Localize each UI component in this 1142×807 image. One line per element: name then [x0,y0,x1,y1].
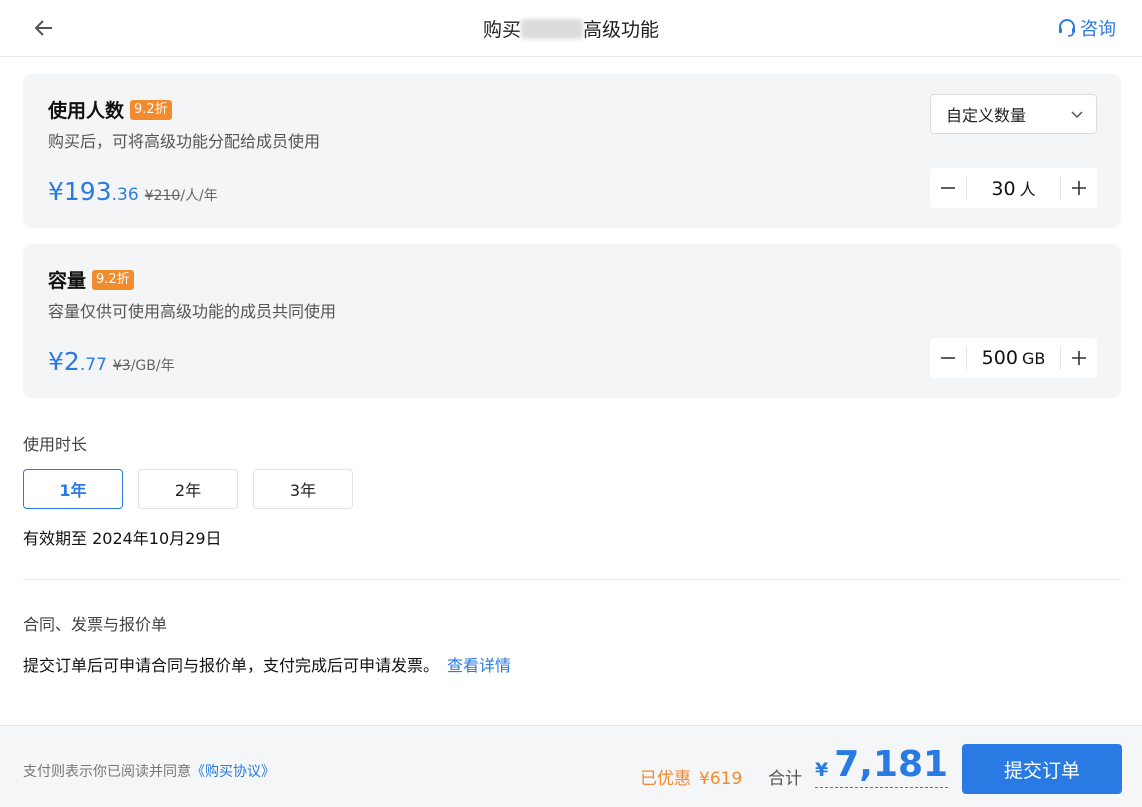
plus-icon [1072,351,1086,365]
price-decimal: .36 [111,185,139,205]
discount-amount: ¥619 [699,769,743,789]
total-currency: ¥ [815,759,829,781]
contract-info: 提交订单后可申请合同与报价单，支付完成后可申请发票。 查看详情 [23,652,511,676]
discount-info: 已优惠 ¥619 [640,764,742,789]
consult-button[interactable]: 咨询 [1057,15,1116,41]
quantity-select[interactable]: 自定义数量 [930,94,1097,134]
decrease-button[interactable] [930,168,966,208]
users-card-title: 使用人数 9.2折 [48,96,172,123]
total-number: 7,181 [834,744,949,785]
minus-icon [941,187,955,189]
select-value: 自定义数量 [946,106,1027,125]
quantity-value: 500 [981,347,1018,369]
price-integer: 193 [63,177,112,206]
section-divider [23,579,1121,580]
title-prefix: 购买 [482,19,521,41]
redacted-product-name [521,19,583,39]
top-bar: 购买 高级功能 咨询 [0,0,1142,57]
agreement-text: 支付则表示你已阅读并同意《购买协议》 [23,761,275,781]
storage-card-title: 容量 9.2折 [48,266,134,293]
storage-card: 容量 9.2折 容量仅供可使用高级功能的成员共同使用 ¥ 2 .77 ¥3/GB… [23,244,1121,398]
submit-order-button[interactable]: 提交订单 [962,744,1122,794]
users-stepper: 30 人 [930,168,1097,208]
contract-label: 合同、发票与报价单 [23,615,168,634]
quantity-input[interactable]: 30 人 [967,176,1060,200]
quantity-input[interactable]: 500 GB [967,347,1060,369]
price-currency: ¥ [48,347,64,376]
minus-icon [941,357,955,359]
contract-text: 提交订单后可申请合同与报价单，支付完成后可申请发票。 [23,656,440,675]
increase-button[interactable] [1061,168,1097,208]
total-amount[interactable]: ¥ 7,181 [815,744,949,788]
page-title: 购买 高级功能 [0,15,1142,42]
storage-description: 容量仅供可使用高级功能的成员共同使用 [48,302,337,321]
storage-title-text: 容量 [48,270,87,292]
price-unit: /GB/年 [130,358,175,374]
price-decimal: .77 [79,355,107,375]
storage-stepper: 500 GB [930,338,1097,378]
price-integer: 2 [63,347,80,376]
discount-badge: 9.2折 [92,269,134,290]
price-currency: ¥ [48,177,64,206]
users-card: 使用人数 9.2折 购买后，可将高级功能分配给成员使用 ¥ 193 .36 ¥2… [23,74,1121,228]
discount-badge: 9.2折 [130,99,172,120]
users-description: 购买后，可将高级功能分配给成员使用 [48,132,321,151]
chevron-down-icon [1071,111,1083,119]
original-price-value: ¥210 [144,188,181,204]
original-price: ¥210/人/年 [145,185,218,205]
title-suffix: 高级功能 [583,19,660,41]
plus-icon [1072,181,1086,195]
quantity-unit: 人 [1019,180,1036,199]
original-price-value: ¥3 [112,358,131,374]
validity-text: 有效期至 2024年10月29日 [23,529,222,548]
storage-price: ¥ 2 .77 ¥3/GB/年 [48,347,175,376]
agreement-prefix: 支付则表示你已阅读并同意 [23,764,191,780]
duration-option-2y[interactable]: 2年 [138,469,238,509]
quantity-unit: GB [1021,349,1046,368]
users-title-text: 使用人数 [48,100,125,122]
purchase-agreement-link[interactable]: 《购买协议》 [191,764,275,780]
headset-icon [1059,19,1075,37]
decrease-button[interactable] [930,338,966,378]
consult-label: 咨询 [1080,19,1116,40]
discount-label: 已优惠 [640,769,691,789]
total-label: 合计 [768,769,802,789]
original-price: ¥3/GB/年 [113,355,175,375]
checkout-bar: 支付则表示你已阅读并同意《购买协议》 已优惠 ¥619 合计 ¥ 7,181 提交… [0,725,1142,807]
users-price: ¥ 193 .36 ¥210/人/年 [48,177,218,206]
duration-option-3y[interactable]: 3年 [253,469,353,509]
increase-button[interactable] [1061,338,1097,378]
quantity-value: 30 [991,178,1016,200]
view-details-link[interactable]: 查看详情 [447,656,511,675]
duration-label: 使用时长 [23,435,88,454]
duration-option-1y[interactable]: 1年 [23,469,123,509]
price-unit: /人/年 [180,188,218,204]
